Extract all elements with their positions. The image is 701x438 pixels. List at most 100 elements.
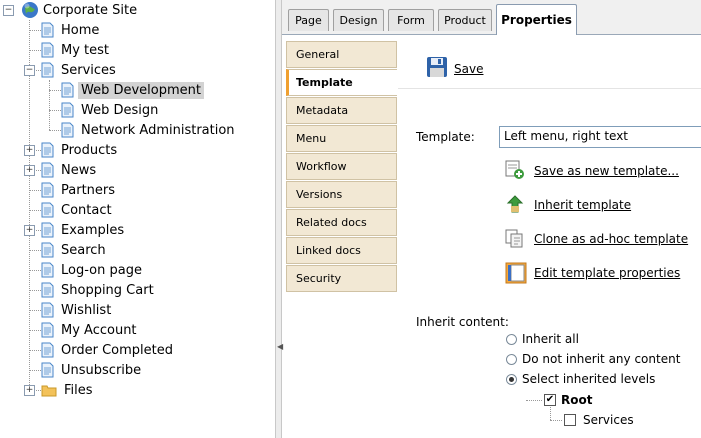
tree-item[interactable]: Log-on page [41,260,145,280]
tree-item-label: Search [61,242,106,258]
tab-form[interactable]: Form [388,9,434,31]
document-icon [41,342,54,358]
level-root-checkbox[interactable]: ✔ [544,394,556,406]
document-icon [41,262,54,278]
clone-template-icon[interactable] [505,228,525,248]
radio-select-levels[interactable]: Select inherited levels [506,372,655,386]
tree-item[interactable]: Examples [41,220,127,240]
vtab-item[interactable]: Template [286,69,397,96]
tree-item[interactable]: Network Administration [61,120,238,140]
level-connector [526,400,542,401]
tree-item[interactable]: My Account [41,320,140,340]
document-icon [41,202,54,218]
tree-connector [29,210,41,211]
content-tree: Corporate Site − Home My test − Services Web… [0,0,275,438]
document-icon [41,322,54,338]
level-services-checkbox[interactable] [564,414,576,426]
document-icon [61,122,74,138]
tree-item[interactable]: Partners [41,180,118,200]
tree-item[interactable]: Home [41,20,102,40]
tree-item-label: My test [61,42,110,58]
tree-connector [29,250,41,251]
document-icon [61,102,74,118]
document-icon [61,82,74,98]
level-root[interactable]: ✔ Root [544,393,592,407]
tree-connector [29,310,41,311]
document-icon [41,22,54,38]
pane-splitter[interactable]: ◀ [275,0,283,438]
properties-menu: General Template Metadata Menu Workflow Versi… [286,41,398,438]
tree-item-label: Order Completed [61,342,173,358]
tree-item[interactable]: Web Design [61,100,161,120]
tree-connector [29,370,41,371]
tree-item[interactable]: Products [41,140,120,160]
tree-item[interactable]: News [41,160,99,180]
level-services[interactable]: Services [564,413,634,427]
clone-as-adhoc-link[interactable]: Clone as ad-hoc template [534,232,688,246]
save-link[interactable]: Save [454,62,483,76]
radio-label: Select inherited levels [522,372,656,386]
tree-item-label: Home [61,22,100,38]
tree-item[interactable]: Wishlist [41,300,114,320]
tree-item[interactable]: Contact [41,200,115,220]
tree-item[interactable]: Services [41,60,119,80]
tree-item[interactable]: Shopping Cart [41,280,157,300]
tree-item[interactable]: Files [41,380,96,400]
expand-toggle[interactable]: + [24,385,35,396]
tree-item-label: Contact [61,202,112,218]
tree-item[interactable]: Search [41,240,109,260]
collapse-arrow-icon[interactable]: ◀ [277,342,283,351]
vtab-item[interactable]: Linked docs [286,237,397,264]
radio-button-selected[interactable] [506,373,517,385]
tree-item-label: Partners [61,182,116,198]
document-icon [41,242,54,258]
tree-connector [49,130,61,131]
save-as-template-icon[interactable] [505,160,525,180]
document-icon [41,182,54,198]
vtab-item[interactable]: Workflow [286,153,397,180]
edit-template-properties-link[interactable]: Edit template properties [534,266,680,280]
expand-toggle[interactable]: + [24,145,35,156]
save-as-new-template-link[interactable]: Save as new template... [534,164,679,178]
save-icon[interactable] [426,56,448,78]
collapse-toggle-root[interactable]: − [3,5,14,16]
radio-button[interactable] [506,333,517,345]
vtab-item[interactable]: Related docs [286,209,397,236]
edit-template-properties-icon[interactable] [505,262,527,284]
document-icon [41,42,54,58]
tree-item[interactable]: Unsubscribe [41,360,144,380]
inherit-template-icon[interactable] [505,194,525,214]
tree-item-label: Log-on page [61,262,142,278]
tab-properties[interactable]: Properties [496,4,577,35]
tree-connector [29,330,41,331]
vtab-item[interactable]: Menu [286,125,397,152]
tab-bar: Page Design Form Product Properties [282,0,701,35]
vtab-item[interactable]: Versions [286,181,397,208]
tree-item[interactable]: My test [41,40,112,60]
tree-item-label: News [61,162,97,178]
expand-toggle[interactable]: + [24,165,35,176]
tree-item-label: My Account [61,322,137,338]
tree-connector [49,90,61,91]
vtab-item[interactable]: Security [286,265,397,292]
tree-item-label: Products [61,142,118,158]
tree-item[interactable]: Web Development [61,80,204,100]
vtab-item[interactable]: Metadata [286,97,397,124]
document-icon [41,362,54,378]
tab-design[interactable]: Design [333,9,384,31]
tree-item[interactable]: Order Completed [41,340,176,360]
radio-button[interactable] [506,353,517,365]
radio-label: Inherit all [522,332,579,346]
radio-inherit-all[interactable]: Inherit all [506,332,579,346]
collapse-toggle[interactable]: − [24,65,35,76]
template-selector[interactable]: Left menu, right text [499,126,701,148]
tab-product[interactable]: Product [438,9,492,31]
tree-root[interactable]: Corporate Site [20,0,140,20]
expand-toggle[interactable]: + [24,225,35,236]
tab-page[interactable]: Page [288,9,329,31]
vtab-item[interactable]: General [286,41,397,68]
inherit-template-link[interactable]: Inherit template [534,198,631,212]
tree-connector [29,50,41,51]
tree-item-label: Web Design [81,102,159,118]
radio-inherit-none[interactable]: Do not inherit any content [506,352,680,366]
